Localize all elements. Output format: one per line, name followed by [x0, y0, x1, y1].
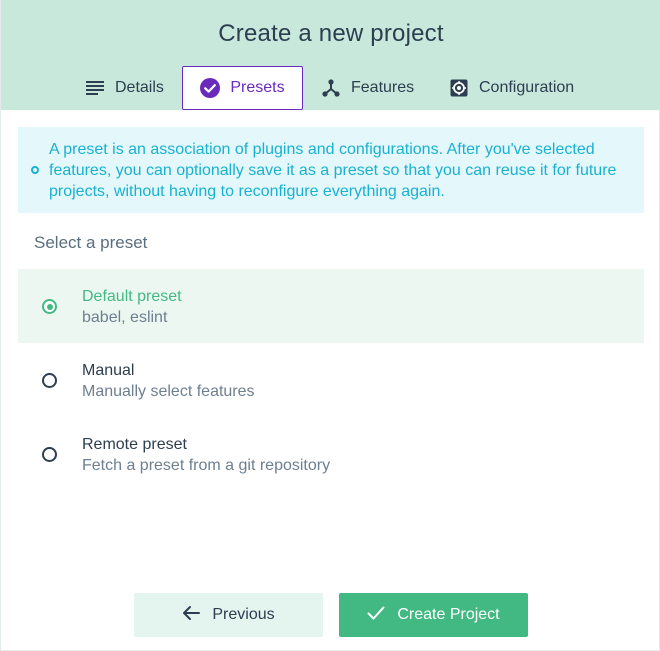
- branch-icon: [321, 78, 341, 98]
- check-circle-icon: [200, 78, 221, 98]
- preset-option-default[interactable]: Default preset babel, eslint: [18, 269, 644, 343]
- info-text: A preset is an association of plugins an…: [49, 141, 617, 200]
- settings-icon: [449, 78, 469, 98]
- tab-label: Configuration: [479, 79, 575, 96]
- header: Create a new project Details Presets Fea…: [1, 0, 660, 110]
- preset-name: Remote preset: [82, 436, 187, 453]
- create-project-dialog: Create a new project Details Presets Fea…: [0, 0, 660, 651]
- page-title: Create a new project: [218, 20, 444, 47]
- radio-unselected-icon[interactable]: [42, 447, 57, 462]
- preset-option-manual[interactable]: Manual Manually select features: [18, 343, 644, 417]
- arrow-left-icon: [182, 605, 201, 626]
- tab-presets[interactable]: Presets: [182, 66, 303, 110]
- tab-details[interactable]: Details: [73, 66, 177, 110]
- info-message: A preset is an association of plugins an…: [18, 127, 644, 213]
- preset-description: Fetch a preset from a git repository: [82, 457, 331, 474]
- preset-description: Manually select features: [82, 383, 255, 400]
- create-project-button[interactable]: Create Project: [339, 593, 528, 637]
- tab-configuration[interactable]: Configuration: [437, 66, 591, 110]
- previous-label: Previous: [212, 606, 275, 623]
- info-bullet-icon: [31, 166, 39, 174]
- tab-label: Details: [115, 79, 164, 96]
- preset-name: Default preset: [82, 288, 182, 305]
- radio-selected-icon[interactable]: [42, 299, 57, 314]
- section-title: Select a preset: [34, 233, 148, 252]
- tab-features[interactable]: Features: [309, 66, 429, 110]
- previous-button[interactable]: Previous: [134, 593, 323, 637]
- tab-label: Presets: [230, 79, 285, 96]
- radio-unselected-icon[interactable]: [42, 373, 57, 388]
- preset-option-remote[interactable]: Remote preset Fetch a preset from a git …: [18, 417, 644, 491]
- preset-name: Manual: [82, 362, 135, 379]
- check-icon: [367, 606, 385, 625]
- preset-description: babel, eslint: [82, 309, 168, 326]
- tab-label: Features: [351, 79, 415, 96]
- tab-bar: Details Presets Features Configuration: [1, 66, 660, 110]
- create-project-label: Create Project: [397, 606, 500, 623]
- list-icon: [85, 78, 105, 98]
